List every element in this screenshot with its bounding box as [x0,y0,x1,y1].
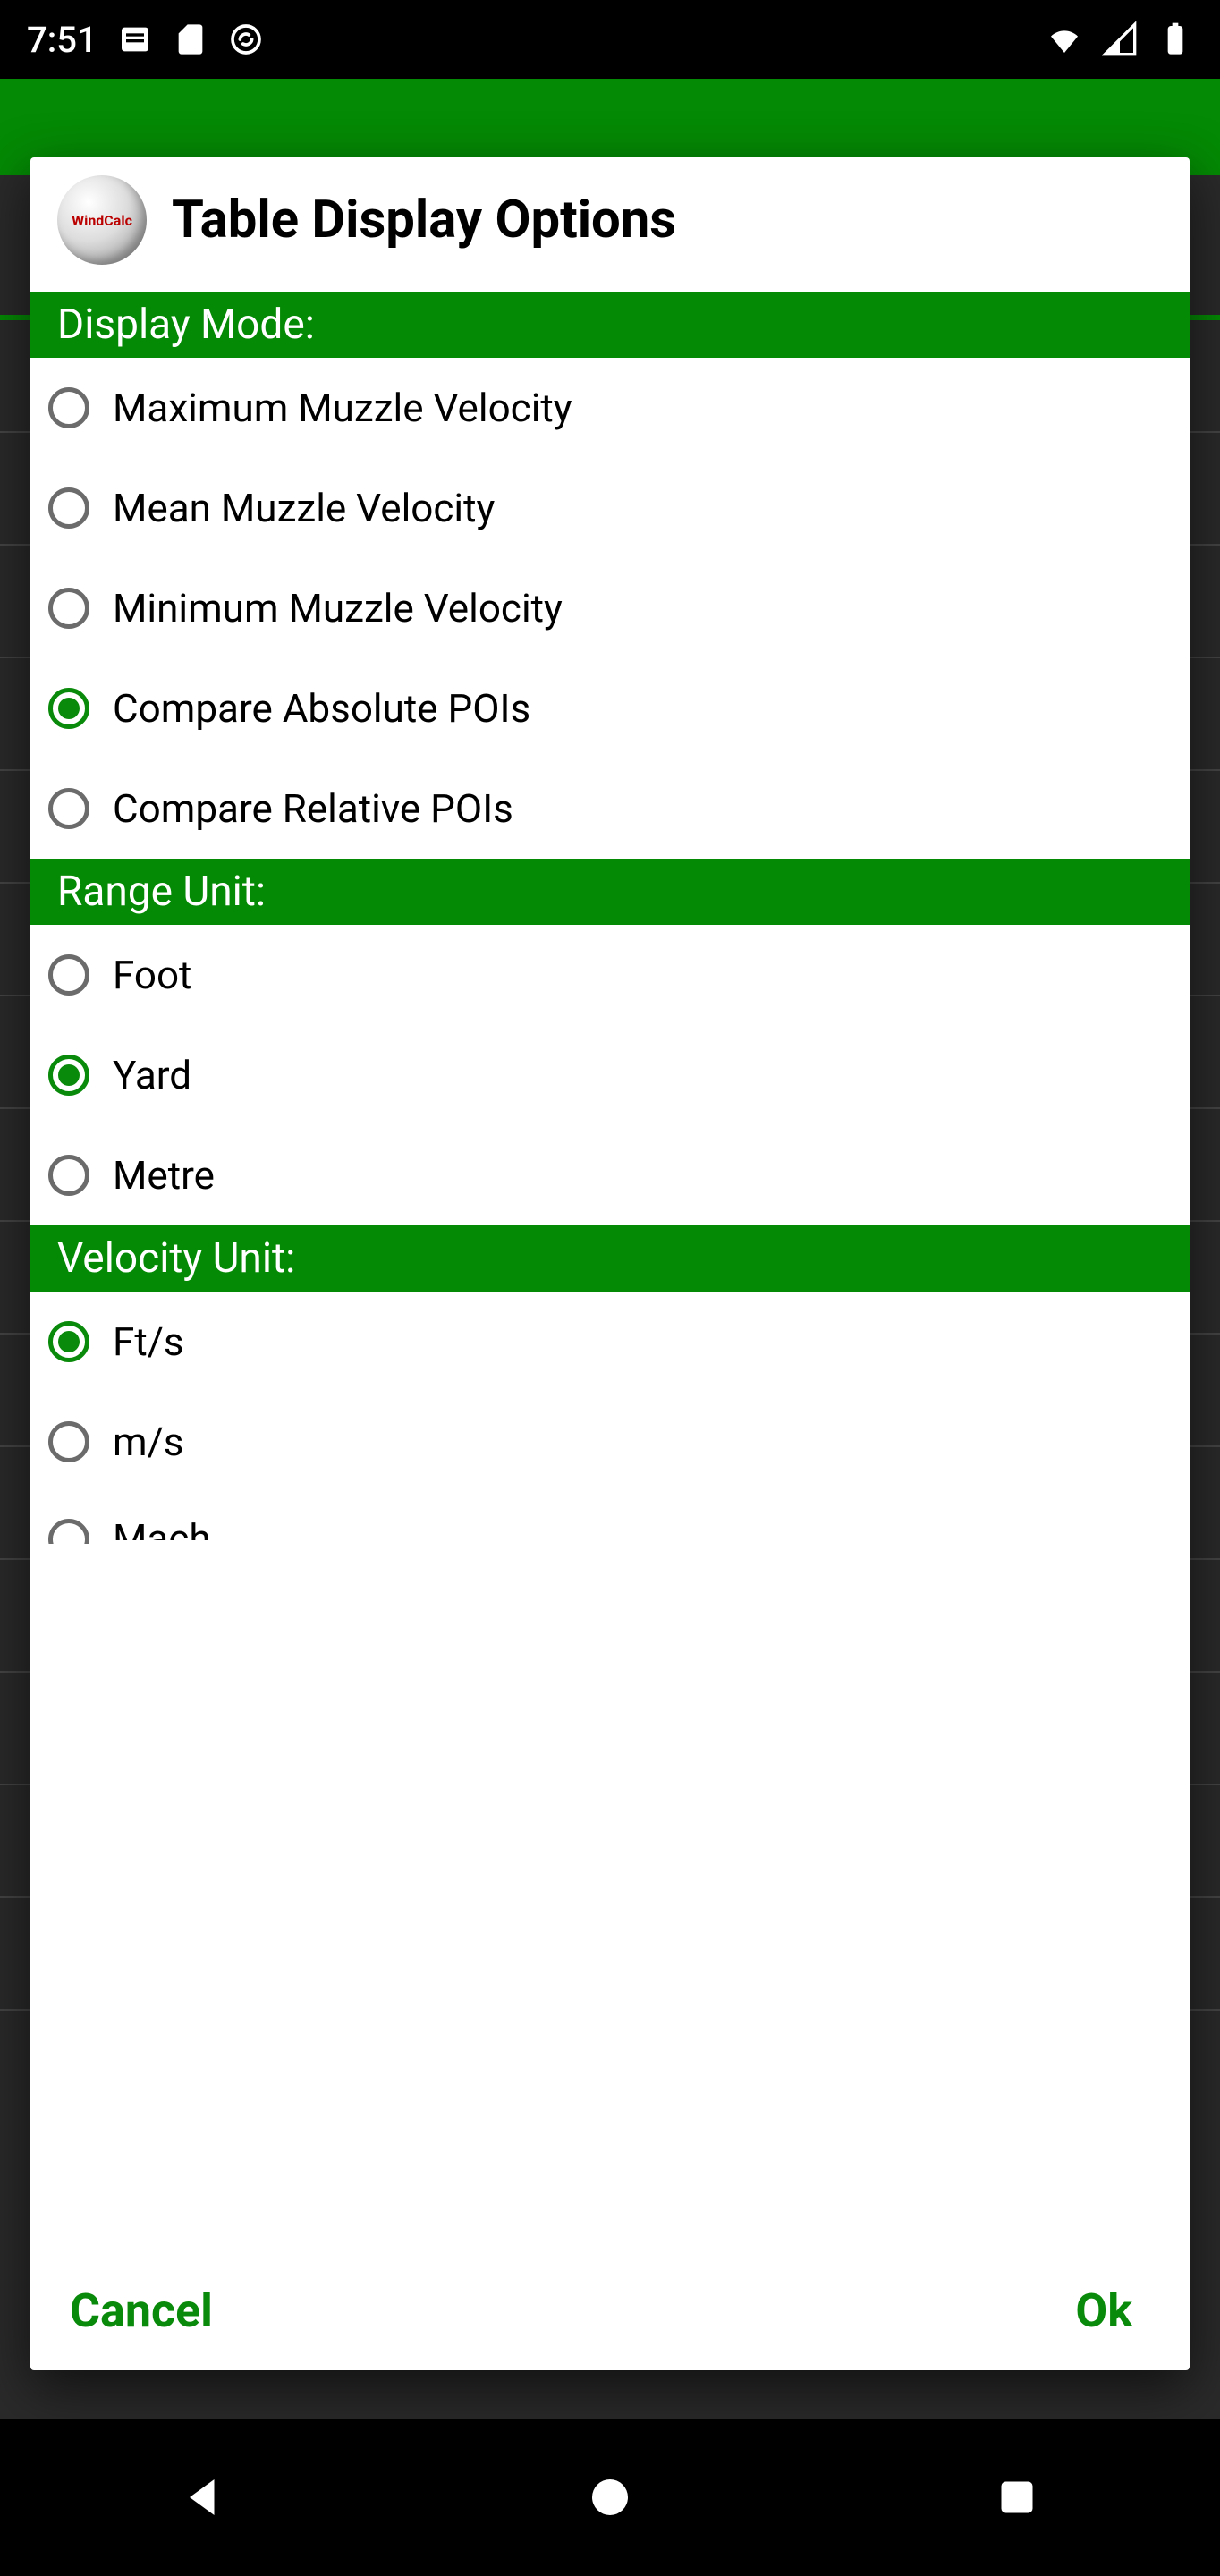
nav-home-icon[interactable] [583,2470,637,2524]
radio-icon [48,1155,89,1196]
radio-label: Foot [113,952,191,998]
radio-label: Compare Relative POIs [113,785,513,832]
radio-mean-muzzle-velocity[interactable]: Mean Muzzle Velocity [30,458,1190,558]
ok-button[interactable]: Ok [1054,2275,1154,2347]
radio-label: Ft/s [113,1318,184,1365]
wifi-icon [1046,21,1082,57]
radio-icon [48,1055,89,1096]
dialog-body: Display Mode: Maximum Muzzle Velocity Me… [30,292,1190,2251]
radio-icon [48,1321,89,1362]
radio-icon [48,1519,89,1560]
keyboard-icon [117,21,153,57]
nav-back-icon[interactable] [176,2470,230,2524]
radio-max-muzzle-velocity[interactable]: Maximum Muzzle Velocity [30,358,1190,458]
radio-label: Metre [113,1152,215,1199]
sd-card-icon [173,21,208,57]
radio-icon [48,788,89,829]
radio-icon [48,1421,89,1462]
nav-recent-icon[interactable] [990,2470,1044,2524]
radio-velocity-ms[interactable]: m/s [30,1392,1190,1492]
radio-label: Yard [113,1052,191,1098]
radio-range-foot[interactable]: Foot [30,925,1190,1025]
app-logo-icon: WindCalc [57,175,147,265]
radio-icon [48,688,89,729]
radio-icon [48,487,89,529]
radio-range-metre[interactable]: Metre [30,1125,1190,1225]
dialog-footer: Cancel Ok [30,2251,1190,2370]
status-clock: 7:51 [27,19,97,61]
table-display-options-dialog: WindCalc Table Display Options Display M… [30,157,1190,2370]
cancel-button[interactable]: Cancel [48,2275,234,2347]
radio-label: Mach [113,1519,211,1558]
status-bar: 7:51 [0,0,1220,79]
battery-icon [1157,21,1193,57]
sync-icon [228,21,264,57]
radio-compare-absolute-pois[interactable]: Compare Absolute POIs [30,658,1190,758]
radio-label: Compare Absolute POIs [113,685,530,732]
radio-icon [48,954,89,996]
radio-icon [48,588,89,629]
radio-icon [48,387,89,428]
dialog-header: WindCalc Table Display Options [30,157,1190,292]
dialog-title: Table Display Options [172,190,676,250]
android-nav-bar [0,2419,1220,2576]
section-header-velocity-unit: Velocity Unit: [30,1225,1190,1292]
radio-velocity-fts[interactable]: Ft/s [30,1292,1190,1392]
radio-velocity-mach[interactable]: Mach [30,1492,1190,1590]
radio-label: Mean Muzzle Velocity [113,485,495,531]
radio-range-yard[interactable]: Yard [30,1025,1190,1125]
radio-label: Minimum Muzzle Velocity [113,585,563,631]
cell-signal-icon [1102,21,1138,57]
section-header-range-unit: Range Unit: [30,859,1190,925]
radio-label: m/s [113,1419,183,1465]
radio-min-muzzle-velocity[interactable]: Minimum Muzzle Velocity [30,558,1190,658]
radio-label: Maximum Muzzle Velocity [113,385,572,431]
section-header-display-mode: Display Mode: [30,292,1190,358]
radio-compare-relative-pois[interactable]: Compare Relative POIs [30,758,1190,859]
